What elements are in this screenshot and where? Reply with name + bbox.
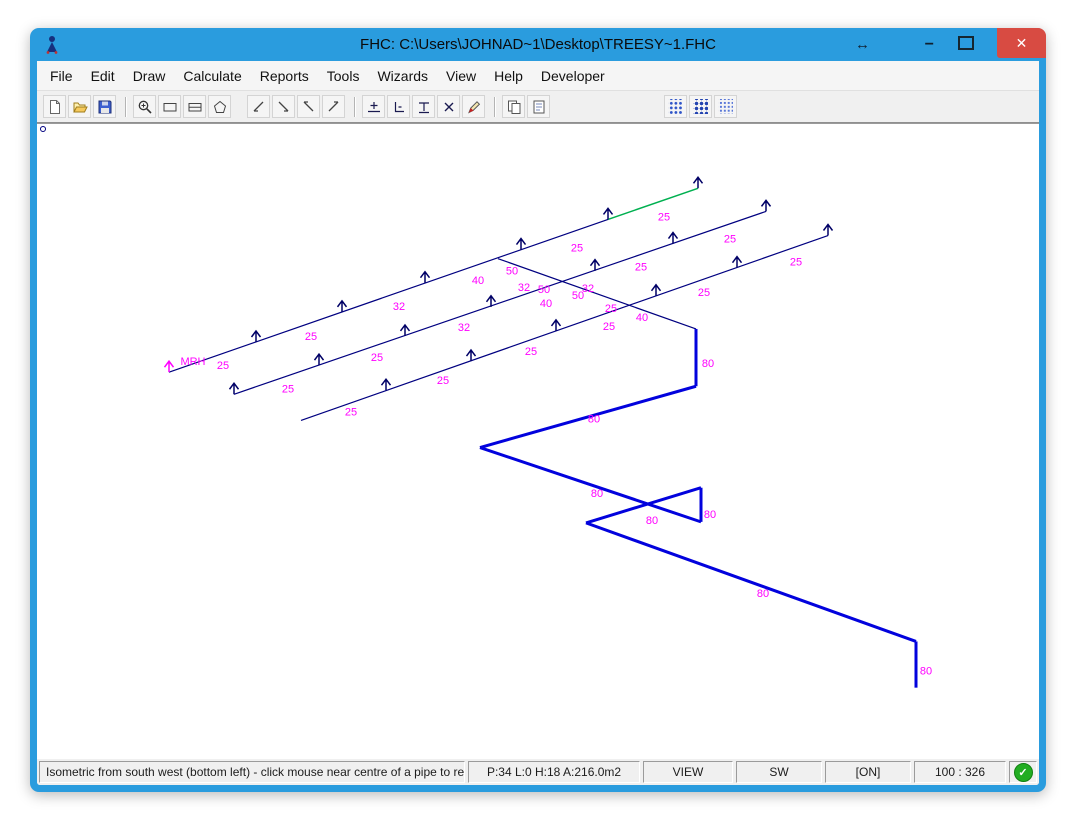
pipe-elbow-button[interactable] — [387, 95, 410, 118]
svg-text:25: 25 — [790, 257, 802, 269]
rectangle-tool-button[interactable] — [158, 95, 181, 118]
status-direction[interactable]: SW — [736, 761, 822, 783]
menu-edit[interactable]: Edit — [82, 62, 124, 90]
svg-text:25: 25 — [305, 331, 317, 343]
toolbar-separator — [354, 97, 355, 117]
pipe-delete-button[interactable] — [437, 95, 460, 118]
drawing-canvas[interactable]: MRH2525324050325040503225254025252525322… — [37, 123, 1039, 759]
title-bar[interactable]: FHC: C:\Users\JOHNAD~1\Desktop\TREESY~1.… — [30, 28, 1046, 61]
svg-text:40: 40 — [540, 298, 552, 310]
pipe-tee-button[interactable] — [412, 95, 435, 118]
drawing-svg: MRH2525324050325040503225254025252525322… — [37, 124, 1039, 759]
svg-text:25: 25 — [724, 234, 736, 246]
svg-text:25: 25 — [345, 406, 357, 418]
menu-wizards[interactable]: Wizards — [368, 62, 437, 90]
svg-text:MRH: MRH — [180, 356, 205, 368]
status-ratio: 100 : 326 — [914, 761, 1006, 783]
menu-draw[interactable]: Draw — [124, 62, 175, 90]
menu-file[interactable]: File — [41, 62, 82, 90]
svg-text:25: 25 — [437, 375, 449, 387]
copy-button[interactable] — [502, 95, 525, 118]
line-nw-button[interactable] — [322, 95, 345, 118]
menu-view[interactable]: View — [437, 62, 485, 90]
svg-text:40: 40 — [636, 312, 648, 324]
svg-text:25: 25 — [217, 360, 229, 372]
menu-developer[interactable]: Developer — [532, 62, 614, 90]
svg-text:50: 50 — [538, 284, 550, 296]
svg-text:32: 32 — [582, 283, 594, 295]
menu-help[interactable]: Help — [485, 62, 532, 90]
pipe-edit-pen-button[interactable] — [462, 95, 485, 118]
svg-text:80: 80 — [588, 413, 600, 425]
status-counts: P:34 L:0 H:18 A:216.0m2 — [468, 761, 640, 783]
minimize-button[interactable]: − — [925, 28, 934, 61]
svg-text:25: 25 — [525, 346, 537, 358]
node-grid-fine-button[interactable] — [714, 95, 737, 118]
svg-text:40: 40 — [472, 275, 484, 287]
save-file-button[interactable] — [93, 95, 116, 118]
svg-text:80: 80 — [591, 488, 603, 500]
svg-text:80: 80 — [920, 666, 932, 678]
status-ok-cell[interactable]: ✓ — [1009, 761, 1037, 783]
status-message: Isometric from south west (bottom left) … — [39, 761, 465, 783]
dot-grid-bold-icon — [693, 99, 708, 114]
svg-text:25: 25 — [571, 243, 583, 255]
split-rectangle-tool-button[interactable] — [183, 95, 206, 118]
svg-text:25: 25 — [603, 321, 615, 333]
node-grid-bold-button[interactable] — [689, 95, 712, 118]
status-mode[interactable]: VIEW — [643, 761, 733, 783]
dot-grid-fine-icon — [718, 99, 733, 114]
close-button[interactable]: ✕ — [997, 28, 1046, 58]
status-bar: Isometric from south west (bottom left) … — [37, 759, 1039, 785]
line-se-button[interactable] — [272, 95, 295, 118]
new-file-button[interactable] — [43, 95, 66, 118]
toolbar-separator — [125, 97, 126, 117]
resize-icon[interactable]: ↔ — [855, 28, 870, 61]
node-grid-small-button[interactable] — [664, 95, 687, 118]
menu-reports[interactable]: Reports — [251, 62, 318, 90]
maximize-button[interactable] — [958, 28, 974, 61]
window-title: FHC: C:\Users\JOHNAD~1\Desktop\TREESY~1.… — [30, 28, 1046, 61]
svg-text:25: 25 — [282, 383, 294, 395]
zoom-button[interactable] — [133, 95, 156, 118]
svg-text:25: 25 — [371, 352, 383, 364]
line-sw-button[interactable] — [297, 95, 320, 118]
svg-text:80: 80 — [702, 358, 714, 370]
status-state[interactable]: [ON] — [825, 761, 911, 783]
svg-text:80: 80 — [646, 515, 658, 527]
window-body: File Edit Draw Calculate Reports Tools W… — [37, 61, 1039, 785]
tool-bar — [37, 91, 1039, 123]
svg-text:32: 32 — [393, 301, 405, 313]
svg-text:25: 25 — [605, 303, 617, 315]
maximize-icon — [958, 36, 974, 50]
svg-text:80: 80 — [757, 588, 769, 600]
svg-text:25: 25 — [698, 287, 710, 299]
line-ne-button[interactable] — [247, 95, 270, 118]
svg-text:25: 25 — [658, 211, 670, 223]
dot-grid-icon — [668, 99, 683, 114]
app-window: FHC: C:\Users\JOHNAD~1\Desktop\TREESY~1.… — [30, 28, 1046, 792]
svg-text:80: 80 — [704, 509, 716, 521]
svg-text:32: 32 — [458, 322, 470, 334]
svg-text:50: 50 — [506, 266, 518, 278]
pipe-add-button[interactable] — [362, 95, 385, 118]
menu-bar: File Edit Draw Calculate Reports Tools W… — [37, 61, 1039, 91]
check-icon: ✓ — [1014, 763, 1033, 782]
polygon-tool-button[interactable] — [208, 95, 231, 118]
svg-text:25: 25 — [635, 262, 647, 274]
open-file-button[interactable] — [68, 95, 91, 118]
menu-tools[interactable]: Tools — [318, 62, 369, 90]
menu-calculate[interactable]: Calculate — [174, 62, 250, 90]
report-form-button[interactable] — [527, 95, 550, 118]
toolbar-separator — [494, 97, 495, 117]
svg-text:32: 32 — [518, 282, 530, 294]
